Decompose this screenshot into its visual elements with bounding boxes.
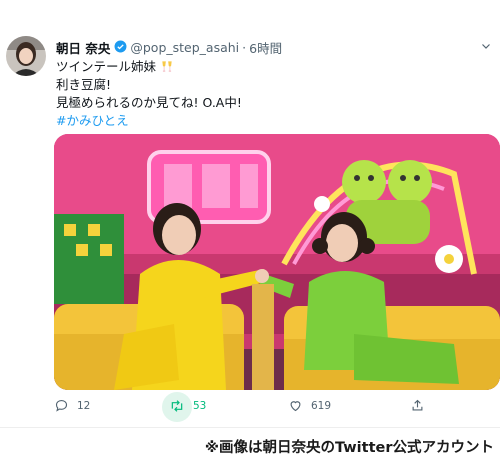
retweet-icon xyxy=(171,400,183,412)
image-credit-caption: ※画像は朝日奈央のTwitter公式アカウント xyxy=(204,440,494,456)
tweet-line-3: 見極められるのか見てね! O.A中! xyxy=(56,95,242,110)
chevron-down-icon[interactable] xyxy=(480,40,492,55)
avatar[interactable] xyxy=(6,36,46,76)
timestamp[interactable]: 6時間 xyxy=(249,38,282,57)
tweet-actions: 12 53 619 xyxy=(0,392,500,422)
share-button[interactable] xyxy=(410,398,425,413)
tweet-line-2: 利き豆腐! xyxy=(56,77,112,92)
tweet-photo[interactable] xyxy=(54,134,500,390)
like-count: 619 xyxy=(311,399,332,412)
reply-icon xyxy=(55,399,68,412)
handle[interactable]: @pop_step_asahi xyxy=(130,40,239,55)
share-icon xyxy=(412,399,423,411)
tweet-text: ツインテール姉妹 利き豆腐! 見極められるのか見てね! O.A中! #かみひとえ xyxy=(56,58,242,130)
hashtag-link[interactable]: #かみひとえ xyxy=(56,112,242,130)
tweet-header: 朝日 奈央 @pop_step_asahi · 6時間 xyxy=(56,38,282,57)
cheers-glasses-icon xyxy=(160,59,174,74)
tweet-card[interactable]: 朝日 奈央 @pop_step_asahi · 6時間 ツインテール姉妹 利き豆… xyxy=(0,0,500,427)
separator: · xyxy=(242,40,247,55)
reply-button[interactable]: 12 xyxy=(54,398,90,413)
display-name[interactable]: 朝日 奈央 xyxy=(56,38,110,57)
verified-badge-icon xyxy=(114,40,127,56)
reply-count: 12 xyxy=(77,399,91,412)
retweet-button[interactable]: 53 xyxy=(169,398,206,414)
tweet-line-1: ツインテール姉妹 xyxy=(56,58,242,76)
heart-icon xyxy=(290,401,301,412)
divider xyxy=(0,427,500,428)
like-button[interactable]: 619 xyxy=(288,398,331,413)
retweet-count: 53 xyxy=(193,400,207,412)
